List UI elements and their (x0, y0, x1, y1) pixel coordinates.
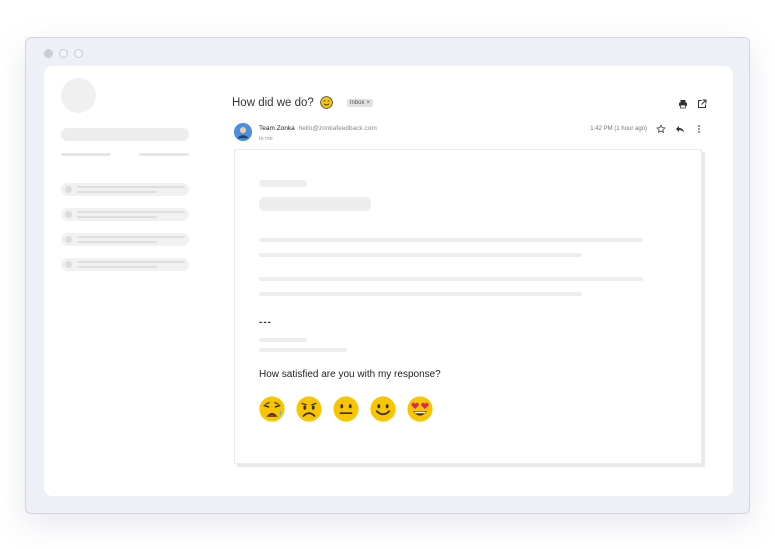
reply-icon[interactable] (675, 124, 685, 134)
email-subject-row: How did we do? Inbox × (232, 96, 374, 109)
sidebar-subline-placeholder (61, 153, 111, 156)
sidebar-item-placeholder[interactable] (61, 208, 189, 221)
content-placeholder (259, 238, 643, 242)
sender-name: Team Zonka (259, 125, 295, 132)
email-body: --- How satisfied are you with my respon… (234, 149, 702, 464)
inbox-label-text: Inbox (349, 99, 365, 106)
star-icon[interactable] (656, 124, 666, 134)
browser-window: How did we do? Inbox × Team Zonka hello@… (25, 37, 750, 514)
signature-placeholder (259, 338, 307, 342)
sidebar-avatar-placeholder (61, 78, 96, 113)
very-dissatisfied-emoji-icon[interactable] (258, 395, 286, 423)
content-placeholder (259, 197, 371, 211)
sender-info: Team Zonka hello@zonkafeedback.com (259, 125, 377, 132)
window-close-dot[interactable] (44, 49, 53, 58)
content-placeholder (259, 180, 307, 187)
email-client: How did we do? Inbox × Team Zonka hello@… (44, 66, 733, 496)
sender-avatar[interactable] (234, 123, 252, 141)
inbox-label-chip[interactable]: Inbox × (346, 98, 374, 107)
very-satisfied-emoji-icon[interactable] (406, 395, 434, 423)
window-maximize-dot[interactable] (74, 49, 83, 58)
smiling-face-icon (320, 96, 333, 109)
sender-email: hello@zonkafeedback.com (298, 125, 377, 132)
sidebar-subline-placeholder (139, 153, 189, 156)
more-vertical-icon[interactable] (694, 124, 704, 134)
print-icon[interactable] (678, 99, 688, 109)
email-subject: How did we do? (232, 96, 314, 109)
signature-separator: --- (259, 317, 272, 328)
content-placeholder (259, 292, 582, 296)
email-toolbar (678, 99, 707, 109)
sender-row: Team Zonka hello@zonkafeedback.com to me… (234, 123, 704, 145)
sidebar-title-placeholder (61, 128, 189, 141)
rating-emoji-row (258, 395, 434, 423)
survey-question: How satisfied are you with my response? (259, 369, 441, 380)
recipient-label[interactable]: to me (259, 136, 273, 142)
sidebar-item-placeholder[interactable] (61, 233, 189, 246)
remove-label-icon[interactable]: × (367, 100, 371, 106)
email-timestamp: 1:42 PM (1 hour ago) (590, 126, 647, 132)
sidebar-item-placeholder[interactable] (61, 183, 189, 196)
signature-placeholder (259, 348, 347, 352)
sidebar-item-placeholder[interactable] (61, 258, 189, 271)
window-minimize-dot[interactable] (59, 49, 68, 58)
window-controls (44, 49, 83, 58)
open-in-new-window-icon[interactable] (697, 99, 707, 109)
email-meta-actions: 1:42 PM (1 hour ago) (590, 124, 704, 134)
content-placeholder (259, 253, 582, 257)
satisfied-emoji-icon[interactable] (369, 395, 397, 423)
neutral-emoji-icon[interactable] (332, 395, 360, 423)
dissatisfied-emoji-icon[interactable] (295, 395, 323, 423)
content-placeholder (259, 277, 643, 281)
